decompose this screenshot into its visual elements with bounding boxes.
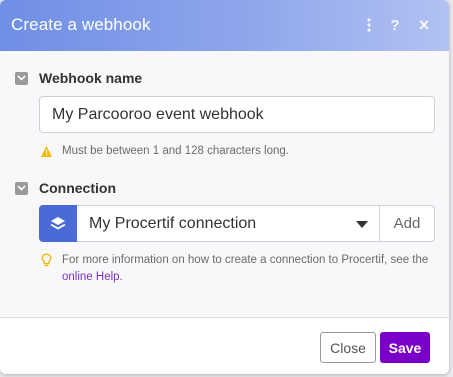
- webhook-name-label: Webhook name: [39, 70, 143, 86]
- lightbulb-icon: [41, 253, 52, 267]
- webhook-name-hint: Must be between 1 and 128 characters lon…: [40, 143, 289, 160]
- collapse-toggle-icon[interactable]: [15, 71, 28, 85]
- connection-app-icon: [39, 205, 77, 242]
- connection-selected-value: My Procertif connection: [89, 214, 257, 232]
- online-help-link[interactable]: online Help: [62, 271, 120, 283]
- chevron-down-icon[interactable]: [356, 221, 368, 228]
- connection-section-header[interactable]: Connection: [15, 180, 116, 196]
- warning-icon: [41, 146, 52, 157]
- create-webhook-dialog: Create a webhook ? × Webhook name My Par…: [0, 0, 449, 374]
- add-connection-button[interactable]: Add: [379, 205, 435, 242]
- dialog-footer: Close Save: [0, 317, 449, 374]
- more-vertical-icon[interactable]: [358, 14, 380, 36]
- connection-info-text: For more information on how to create a …: [62, 254, 429, 283]
- help-icon[interactable]: ?: [384, 14, 406, 36]
- connection-select[interactable]: My Procertif connection: [77, 205, 379, 242]
- webhook-name-input[interactable]: My Parcooroo event webhook: [39, 96, 435, 133]
- dialog-title: Create a webhook: [11, 15, 151, 34]
- connection-row: My Procertif connection Add: [39, 205, 435, 242]
- save-button[interactable]: Save: [380, 332, 430, 363]
- hint-text: Must be between 1 and 128 characters lon…: [62, 145, 289, 157]
- close-icon[interactable]: ×: [413, 14, 435, 36]
- webhook-name-section-header[interactable]: Webhook name: [15, 70, 142, 86]
- collapse-toggle-icon[interactable]: [15, 181, 28, 195]
- dialog-header: Create a webhook ? ×: [0, 0, 449, 51]
- connection-info: For more information on how to create a …: [40, 252, 435, 286]
- connection-label: Connection: [39, 180, 116, 196]
- close-button[interactable]: Close: [320, 332, 376, 363]
